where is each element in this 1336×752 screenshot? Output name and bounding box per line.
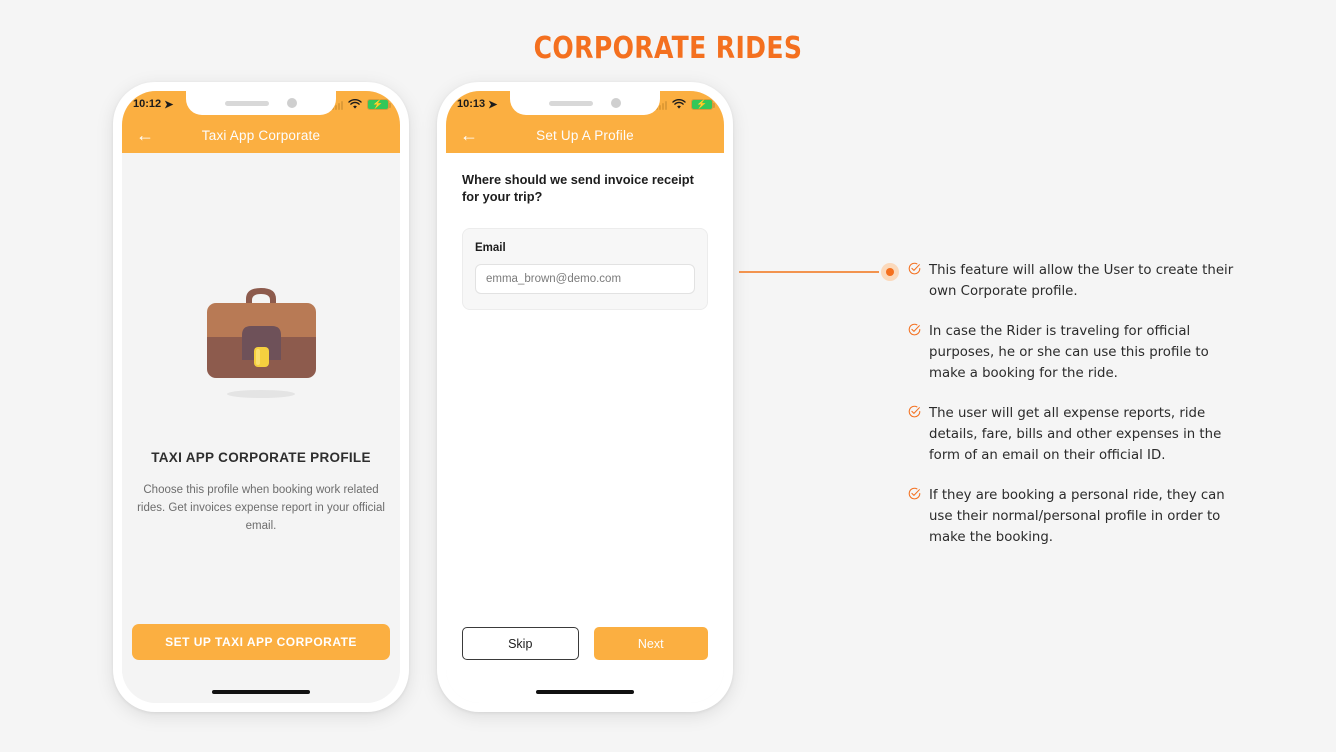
annotation-text: The user will get all expense reports, r… [929,406,1222,463]
wifi-icon [672,98,686,109]
page-title: CORPORATE RIDES [533,31,803,66]
email-field-label: Email [475,241,506,254]
location-arrow-icon: ➤ [488,98,498,111]
list-item: If they are booking a personal ride, the… [908,485,1238,548]
list-item: This feature will allow the User to crea… [908,260,1238,302]
home-indicator [536,690,634,694]
annotation-text: This feature will allow the User to crea… [929,263,1234,299]
annotation-text: In case the Rider is traveling for offic… [929,324,1209,381]
location-arrow-icon: ➤ [164,98,174,111]
promo-title: TAXI APP CORPORATE PROFILE [151,450,371,465]
briefcase-icon [194,275,329,400]
battery-charging-icon: ⚡ [367,98,391,110]
status-left-group: 10:13 ➤ [457,98,497,111]
status-time: 10:12 [133,98,162,110]
speaker-grille-icon [225,100,269,106]
connector-line [739,271,879,273]
phone-mockup-setup-profile: 10:13 ➤ ⚡ ← Set Up A Profile Where shoul… [437,82,733,712]
check-circle-icon [908,487,921,500]
setup-corporate-button[interactable]: SET UP TAXI APP CORPORATE [132,624,390,660]
speaker-grille-icon [549,100,593,106]
invoice-question-text: Where should we send invoice receipt for… [462,172,694,205]
page-root: CORPORATE RIDES 10:12 ➤ ⚡ ← Taxi App Cor… [0,0,1336,752]
status-right-group: ⚡ [332,98,391,110]
status-left-group: 10:12 ➤ [133,98,173,111]
next-button[interactable]: Next [593,627,708,660]
front-camera-icon [287,98,297,108]
list-item: The user will get all expense reports, r… [908,403,1238,466]
list-item: In case the Rider is traveling for offic… [908,321,1238,384]
promo-description: Choose this profile when booking work re… [137,484,385,532]
app-bar-title: Set Up A Profile [536,127,634,143]
email-field-card: Email [462,227,708,310]
app-bar-title: Taxi App Corporate [201,127,321,143]
connector-dot-icon [881,263,899,281]
cta-container: SET UP TAXI APP CORPORATE [122,624,400,660]
email-input[interactable] [475,263,695,294]
phone-two-content: Where should we send invoice receipt for… [446,153,724,703]
check-circle-icon [908,405,921,418]
phone-one-content: TAXI APP CORPORATE PROFILE Choose this p… [122,153,400,703]
wifi-icon [348,98,362,109]
phone-two-screen: 10:13 ➤ ⚡ ← Set Up A Profile Where shoul… [446,91,724,703]
phone-one-screen: 10:12 ➤ ⚡ ← Taxi App Corporate TAXI APP … [122,91,400,703]
footer-button-group: Skip Next [462,627,708,660]
phone-notch [186,91,336,115]
front-camera-icon [611,98,621,108]
status-time: 10:13 [457,98,486,110]
annotation-list: This feature will allow the User to crea… [908,260,1238,567]
check-circle-icon [908,262,921,275]
phone-mockup-corporate-profile: 10:12 ➤ ⚡ ← Taxi App Corporate TAXI APP … [113,82,409,712]
phone-notch [510,91,660,115]
status-right-group: ⚡ [656,98,715,110]
phone-one-app-bar: ← Taxi App Corporate [122,117,400,153]
annotation-text: If they are booking a personal ride, the… [929,488,1225,545]
phone-two-app-bar: ← Set Up A Profile [446,117,724,153]
skip-button[interactable]: Skip [462,627,579,660]
home-indicator [212,690,310,694]
check-circle-icon [908,323,921,336]
battery-charging-icon: ⚡ [691,98,715,110]
